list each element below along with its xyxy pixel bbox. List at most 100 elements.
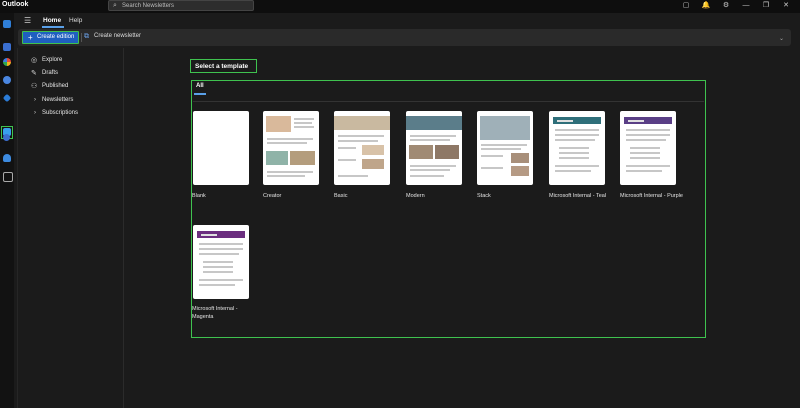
settings-icon[interactable]: ⚙: [716, 1, 736, 10]
people-icon[interactable]: [3, 76, 11, 84]
text-line: [199, 279, 243, 281]
text-line: [555, 134, 599, 136]
text-line: [410, 175, 444, 177]
app-rail: [0, 13, 14, 408]
text-line: [203, 266, 233, 268]
template-card-blank[interactable]: [193, 111, 249, 185]
template-card-stack[interactable]: [477, 111, 533, 185]
text-line: [267, 175, 305, 177]
template-thumbnail: [266, 151, 288, 165]
template-card-purple[interactable]: [620, 111, 676, 185]
template-label: Creator: [263, 193, 282, 199]
close-icon[interactable]: ✕: [776, 1, 796, 10]
template-card-modern[interactable]: [406, 111, 462, 185]
text-line: [294, 122, 312, 124]
search-input[interactable]: ⌕ Search Newsletters: [108, 0, 254, 11]
text-line: [626, 170, 662, 172]
cloud-icon[interactable]: [3, 154, 11, 162]
apps-icon[interactable]: [3, 58, 11, 66]
text-line: [203, 271, 233, 273]
todo-icon[interactable]: [2, 93, 12, 103]
text-line: [626, 134, 670, 136]
text-line: [559, 147, 589, 149]
text-line: [267, 142, 307, 144]
person-icon: ⚇: [31, 83, 38, 90]
tab-all-underline: [194, 93, 206, 95]
text-line: [201, 234, 217, 236]
template-label: Microsoft Internal - Purple: [620, 193, 683, 199]
create-edition-label: Create edition: [37, 34, 75, 40]
template-thumbnail: [435, 145, 459, 159]
chevron-right-icon: ›: [34, 97, 36, 103]
window-controls: ▢ 🔔 ⚙ — ❐ ✕: [676, 1, 796, 10]
text-line: [626, 139, 666, 141]
ribbon-divider: [81, 33, 82, 42]
text-line: [410, 135, 456, 137]
page-title: Select a template: [195, 63, 249, 70]
text-line: [410, 165, 456, 167]
section-title: Select a template: [190, 59, 257, 73]
template-label: Blank: [192, 193, 206, 199]
text-line: [338, 175, 368, 177]
search-icon: ⌕: [113, 2, 117, 9]
text-line: [410, 139, 450, 141]
template-label: Stack: [477, 193, 491, 199]
tab-home[interactable]: Home: [43, 17, 61, 24]
compass-icon: ◎: [31, 57, 38, 64]
minimize-icon[interactable]: —: [736, 1, 756, 10]
text-line: [199, 253, 239, 255]
divider: [123, 48, 124, 408]
text-line: [481, 144, 527, 146]
text-line: [294, 126, 314, 128]
sidebar-item-label: Subscriptions: [42, 110, 79, 116]
template-thumbnail: [334, 116, 390, 130]
text-line: [267, 138, 313, 140]
template-thumbnail: [290, 151, 315, 165]
template-thumbnail: [406, 116, 462, 130]
text-line: [338, 147, 356, 149]
sidebar-item-label: Published: [42, 83, 69, 89]
text-line: [559, 152, 589, 154]
template-card-teal[interactable]: [549, 111, 605, 185]
chevron-right-icon: ›: [34, 110, 36, 116]
template-thumbnail: [409, 145, 433, 159]
create-edition-button[interactable]: + Create edition: [22, 31, 79, 44]
template-thumbnail: [480, 116, 530, 140]
more-apps-icon[interactable]: [3, 172, 13, 182]
title-bar: Outlook ⌕ Search Newsletters ▢ 🔔 ⚙ — ❐ ✕: [0, 0, 800, 13]
template-label: Microsoft Internal - Teal: [549, 193, 607, 199]
notes-icon[interactable]: ▢: [676, 1, 696, 10]
bell-icon[interactable]: 🔔: [696, 1, 716, 10]
template-label: Basic: [334, 193, 348, 199]
newsletter-icon: ⧉: [84, 33, 89, 40]
mail-icon[interactable]: [3, 20, 11, 28]
template-card-basic[interactable]: [334, 111, 390, 185]
text-line: [481, 167, 503, 169]
text-line: [199, 248, 243, 250]
hamburger-icon[interactable]: ☰: [24, 16, 31, 25]
template-card-magenta[interactable]: [193, 225, 249, 299]
text-line: [555, 129, 599, 131]
template-thumbnail: [362, 159, 384, 169]
restore-icon[interactable]: ❐: [756, 1, 776, 10]
app-title: Outlook: [2, 1, 29, 8]
org-icon[interactable]: [3, 134, 10, 141]
ribbon-expand-icon[interactable]: ⌄: [779, 35, 784, 42]
tab-all[interactable]: All: [196, 83, 204, 89]
text-line: [555, 165, 599, 167]
tab-home-underline: [42, 26, 64, 28]
tab-help[interactable]: Help: [69, 17, 82, 24]
calendar-icon[interactable]: [3, 43, 11, 51]
text-line: [338, 159, 356, 161]
text-line: [267, 171, 313, 173]
text-line: [199, 243, 243, 245]
search-placeholder: Search Newsletters: [122, 3, 175, 9]
plus-icon: +: [28, 33, 33, 42]
template-card-creator[interactable]: [263, 111, 319, 185]
text-line: [294, 118, 314, 120]
text-line: [203, 261, 233, 263]
text-line: [481, 155, 503, 157]
pencil-icon: ✎: [31, 70, 37, 77]
sidebar-item-label: Newsletters: [42, 97, 74, 103]
template-label: Modern: [406, 193, 425, 199]
